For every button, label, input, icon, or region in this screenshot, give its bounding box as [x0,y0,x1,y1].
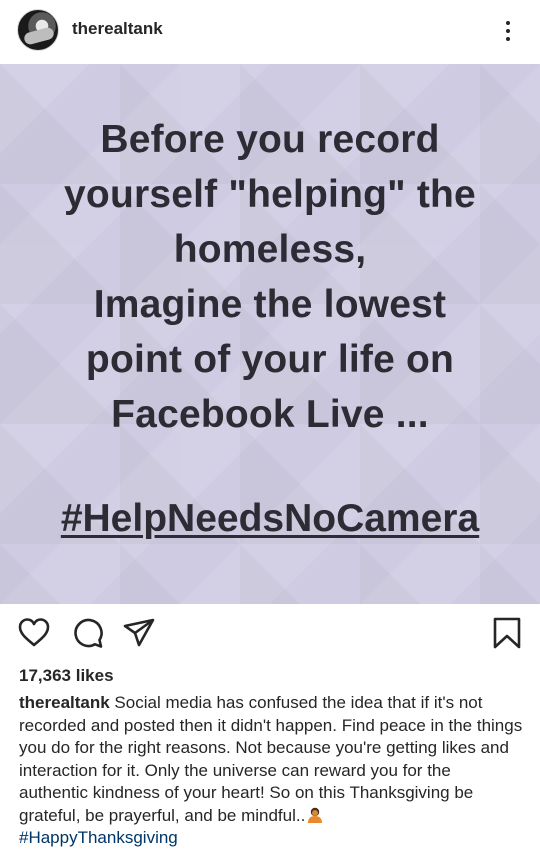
post-image[interactable]: Before you record yourself "helping" the… [0,64,540,604]
post-text-line: homeless, [173,228,367,271]
caption-text: Social media has confused the idea that … [19,693,523,825]
caption-hashtag[interactable]: #HappyThanksgiving [19,828,178,847]
comment-icon[interactable] [71,616,105,650]
action-bar [0,604,540,660]
caption-username[interactable]: therealtank [19,693,110,712]
post-username[interactable]: therealtank [72,19,163,39]
post-text-line: Imagine the lowest [93,283,447,326]
post-text-line: yourself "helping" the [64,173,476,216]
post-image-text: Before you record yourself "helping" the… [0,112,540,442]
post-caption: therealtank Social media has confused th… [19,692,524,850]
post-text-line: point of your life on [85,338,455,381]
post-header: therealtank [0,0,540,64]
person-bowing-emoji [306,806,324,824]
heart-icon[interactable] [17,616,51,650]
bookmark-icon[interactable] [490,616,524,650]
post-image-hashtag: #HelpNeedsNoCamera [60,497,480,540]
likes-count[interactable]: 17,363 likes [19,666,114,686]
post-text-line: Facebook Live ... [111,393,429,436]
send-icon[interactable] [122,616,156,650]
post-text-line: Before you record [100,118,440,161]
profile-avatar[interactable] [17,9,59,51]
more-vertical-icon[interactable] [494,14,522,48]
